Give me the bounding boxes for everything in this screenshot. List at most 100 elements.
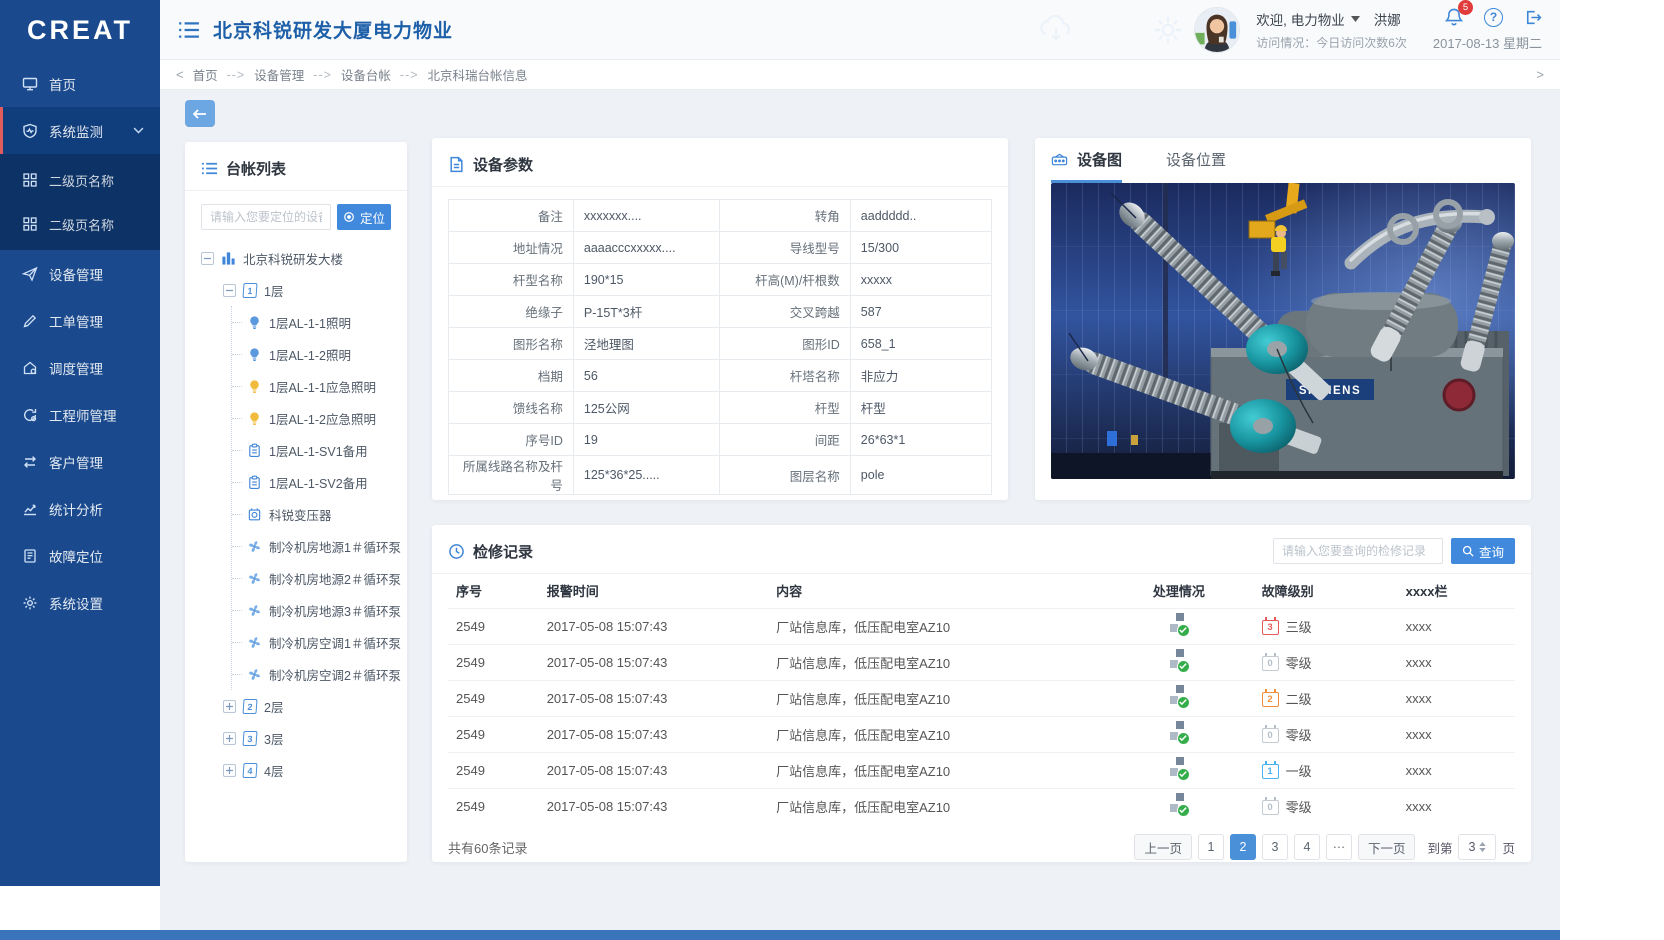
chart-icon — [22, 501, 38, 517]
record-row[interactable]: 2549 2017-05-08 15:07:43 厂站信息库，低压配电室AZ10… — [448, 788, 1515, 824]
panel-title: 设备参数 — [473, 154, 533, 175]
page-ellipsis[interactable]: ··· — [1326, 834, 1352, 860]
sidebar-item-settings[interactable]: 系统设置 — [0, 579, 160, 626]
next-page-button[interactable]: 下一页 — [1358, 834, 1416, 860]
tab-device-image[interactable]: 设备图 — [1051, 138, 1122, 183]
device-locate-input[interactable] — [201, 204, 331, 230]
paper-plane-icon — [22, 266, 38, 282]
sidebar-item-device-mgmt[interactable]: 设备管理 — [0, 250, 160, 297]
status-handled-icon — [1168, 613, 1190, 637]
records-search-input[interactable] — [1273, 538, 1443, 564]
swap-arrows-icon — [22, 454, 38, 470]
sidebar-item-customer-mgmt[interactable]: 客户管理 — [0, 438, 160, 485]
sidebar-item-home[interactable]: 首页 — [0, 60, 160, 107]
tree-node-device[interactable]: 科锐变压器 — [232, 498, 391, 530]
tree-node-device[interactable]: 1层AL-1-2应急照明 — [232, 402, 391, 434]
record-row[interactable]: 2549 2017-05-08 15:07:43 厂站信息库，低压配电室AZ10… — [448, 752, 1515, 788]
prev-page-button[interactable]: 上一页 — [1134, 834, 1192, 860]
sidebar-subitem-2[interactable]: 二级页名称 — [0, 202, 160, 246]
collapse-icon[interactable] — [201, 252, 214, 265]
avatar-image — [1195, 8, 1239, 52]
header-icons: 5 ? 2017-08-13 星期二 — [1433, 7, 1542, 52]
locate-button[interactable]: 定位 — [337, 204, 391, 230]
breadcrumb-item-ledger[interactable]: 设备台帐 — [341, 65, 391, 84]
sidebar-item-label: 客户管理 — [49, 452, 103, 472]
clipboard-icon — [247, 443, 262, 458]
goto-label: 到第 — [1427, 838, 1452, 857]
watermark-icon-1 — [1040, 14, 1072, 46]
chevron-down-icon — [133, 127, 144, 134]
target-icon — [343, 211, 355, 223]
breadcrumb-item-current: 北京科瑞台帐信息 — [428, 65, 528, 84]
tree-node-device[interactable]: 1层AL-1-2照明 — [232, 338, 391, 370]
query-button[interactable]: 查询 — [1451, 538, 1515, 564]
sidebar-item-label: 设备管理 — [49, 264, 103, 284]
expand-icon[interactable] — [223, 764, 236, 777]
breadcrumb-back-icon[interactable]: < — [176, 67, 184, 82]
tree-node-floor2[interactable]: 2 2层 — [223, 690, 391, 722]
tab-device-location[interactable]: 设备位置 — [1166, 138, 1226, 183]
breadcrumb-item-home[interactable]: 首页 — [193, 65, 218, 84]
page-button-1[interactable]: 1 — [1198, 834, 1224, 860]
notification-bell[interactable]: 5 — [1444, 7, 1464, 27]
welcome-text: 欢迎, 电力物业 — [1256, 9, 1345, 29]
device-tree: 北京科锐研发大楼 1 1层 1层AL-1-1照明 1层AL-1-2照明 1层AL… — [201, 242, 391, 786]
sidebar-item-engineer-mgmt[interactable]: 工程师管理 — [0, 391, 160, 438]
expand-icon[interactable] — [223, 700, 236, 713]
building-icon — [221, 251, 236, 266]
logout-icon[interactable] — [1523, 8, 1542, 27]
pagination: 上一页 1 2 3 4 ··· 下一页 到第 3 页 — [1134, 834, 1515, 860]
tree-node-device[interactable]: 1层AL-1-SV1备用 — [232, 434, 391, 466]
tree-node-device[interactable]: 制冷机房地源2＃循环泵 — [232, 562, 391, 594]
record-row[interactable]: 2549 2017-05-08 15:07:43 厂站信息库，低压配电室AZ10… — [448, 680, 1515, 716]
params-row: 图形名称泾地理图图形ID658_1 — [449, 328, 992, 360]
sidebar-subitem-label: 二级页名称 — [49, 171, 114, 190]
goto-page-stepper[interactable]: 3 — [1458, 834, 1496, 860]
sidebar-item-system-monitor[interactable]: 系统监测 — [0, 107, 160, 154]
sidebar-item-dispatch-mgmt[interactable]: 调度管理 — [0, 344, 160, 391]
tree-node-device[interactable]: 1层AL-1-SV2备用 — [232, 466, 391, 498]
fault-level-icon: 0 — [1262, 800, 1279, 815]
username[interactable]: 洪娜 — [1374, 9, 1401, 29]
tree-node-device[interactable]: 制冷机房空调1＃循环泵 — [232, 626, 391, 658]
list-icon[interactable] — [178, 21, 200, 39]
expand-icon[interactable] — [223, 732, 236, 745]
tree-node-floor1[interactable]: 1 1层 — [223, 274, 391, 306]
tree-node-device[interactable]: 1层AL-1-1应急照明 — [232, 370, 391, 402]
breadcrumb-forward-icon[interactable]: > — [1536, 67, 1544, 82]
collapse-icon[interactable] — [223, 284, 236, 297]
tree-node-floor4[interactable]: 4 4层 — [223, 754, 391, 786]
breadcrumb-item-device-mgmt[interactable]: 设备管理 — [254, 65, 304, 84]
transformer-icon — [247, 507, 262, 522]
tree-node-device[interactable]: 制冷机房地源3＃循环泵 — [232, 594, 391, 626]
params-table: 备注xxxxxxx....转角aaddddd.. 地址情况aaaacccxxxx… — [448, 199, 992, 495]
panel-title: 台帐列表 — [226, 158, 286, 179]
pump-icon — [247, 571, 262, 586]
tree-node-building[interactable]: 北京科锐研发大楼 — [201, 242, 391, 274]
tree-node-floor3[interactable]: 3 3层 — [223, 722, 391, 754]
page-button-4[interactable]: 4 — [1294, 834, 1320, 860]
sidebar-item-fault-locate[interactable]: 故障定位 — [0, 532, 160, 579]
record-row[interactable]: 2549 2017-05-08 15:07:43 厂站信息库，低压配电室AZ10… — [448, 644, 1515, 680]
record-row[interactable]: 2549 2017-05-08 15:07:43 厂站信息库，低压配电室AZ10… — [448, 716, 1515, 752]
sidebar-item-workorder-mgmt[interactable]: 工单管理 — [0, 297, 160, 344]
stepper-arrows-icon[interactable] — [1479, 842, 1486, 852]
sidebar-item-label: 系统监测 — [49, 121, 103, 141]
back-button[interactable] — [185, 100, 215, 127]
avatar[interactable] — [1194, 7, 1240, 53]
sidebar-subnav: 二级页名称 二级页名称 — [0, 154, 160, 250]
tree-node-device[interactable]: 制冷机房地源1＃循环泵 — [232, 530, 391, 562]
page-button-2[interactable]: 2 — [1230, 834, 1256, 860]
page-button-3[interactable]: 3 — [1262, 834, 1288, 860]
sidebar-item-label: 工单管理 — [49, 311, 103, 331]
caret-down-icon[interactable] — [1351, 16, 1360, 22]
record-row[interactable]: 2549 2017-05-08 15:07:43 厂站信息库，低压配电室AZ10… — [448, 608, 1515, 644]
tree-node-device[interactable]: 1层AL-1-1照明 — [232, 306, 391, 338]
params-row: 馈线名称125公网杆型杆型 — [449, 392, 992, 424]
sidebar-item-stats[interactable]: 统计分析 — [0, 485, 160, 532]
help-icon[interactable]: ? — [1484, 8, 1503, 27]
sidebar-subitem-1[interactable]: 二级页名称 — [0, 158, 160, 202]
fault-level-icon: 1 — [1262, 764, 1279, 779]
sidebar: CREAT 首页 系统监测 二级页名称 二级页名称 设备管理 工单管理 调度管理… — [0, 0, 160, 886]
tree-node-device[interactable]: 制冷机房空调2＃循环泵 — [232, 658, 391, 690]
